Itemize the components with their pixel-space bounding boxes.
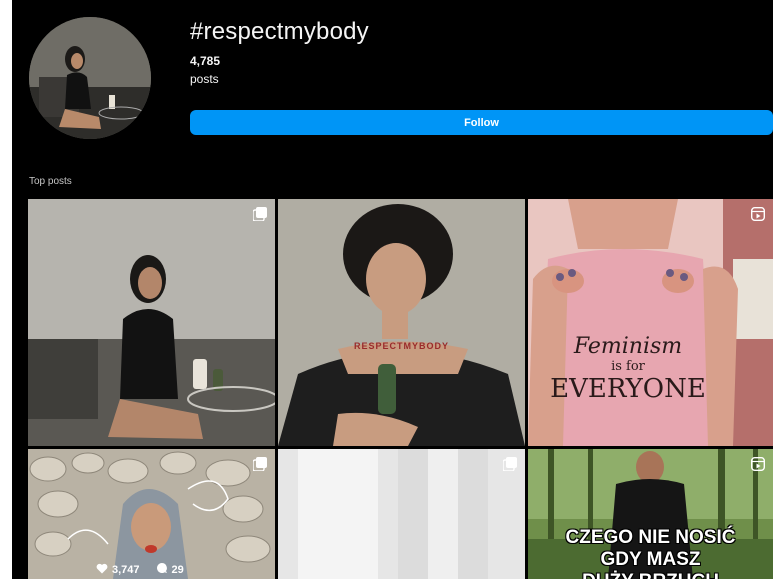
shirt-line-1: Feminism <box>573 334 683 359</box>
hashtag-avatar <box>29 17 151 139</box>
reel-icon <box>750 206 766 222</box>
body-text: RESPECTMYBODY <box>354 341 450 351</box>
comments-count: 29 <box>171 563 184 576</box>
post-image <box>528 199 773 446</box>
carousel-icon <box>252 207 267 222</box>
shirt-text: Feminism is for EVERYONE <box>548 334 708 404</box>
hashtag-page: #respectmybody 4,785 posts Follow Top po… <box>0 0 773 579</box>
caption-line-2: GDY MASZ <box>600 549 701 570</box>
hashtag-header: #respectmybody 4,785 posts Follow <box>12 0 773 175</box>
section-title: Top posts <box>29 176 72 187</box>
post-image <box>28 449 275 579</box>
post-tile-4[interactable]: 3,747 29 <box>28 449 275 579</box>
hashtag-title: #respectmybody <box>190 18 369 45</box>
avatar-image <box>29 17 151 139</box>
comment-icon <box>156 562 168 577</box>
left-margin <box>0 0 12 579</box>
likes-stat: 3,747 <box>96 562 140 577</box>
post-image <box>278 449 525 579</box>
reel-caption: CZEGO NIE NOSIĆ GDY MASZ DUŻY BRZUCH <box>528 527 773 579</box>
post-image <box>278 199 525 446</box>
heart-icon <box>96 563 108 577</box>
post-image <box>28 199 275 446</box>
post-tile-5[interactable] <box>278 449 525 579</box>
post-tile-2[interactable]: RESPECTMYBODY <box>278 199 525 446</box>
carousel-icon <box>502 457 517 472</box>
caption-line-1: CZEGO NIE NOSIĆ <box>565 527 736 548</box>
comments-stat: 29 <box>156 562 184 577</box>
post-tile-1[interactable] <box>28 199 275 446</box>
caption-line-3: DUŻY BRZUCH <box>528 571 773 579</box>
follow-button[interactable]: Follow <box>190 110 773 135</box>
post-count: 4,785 <box>190 54 221 68</box>
shirt-line-2: is for <box>611 359 645 374</box>
post-count-label: posts <box>190 72 219 86</box>
reel-icon <box>750 456 766 472</box>
top-posts-grid: RESPECTMYBODY Feminism is for EVERYONE 3… <box>28 199 773 579</box>
shirt-line-3: EVERYONE <box>550 374 706 404</box>
post-tile-3[interactable]: Feminism is for EVERYONE <box>528 199 773 446</box>
post-tile-6[interactable]: CZEGO NIE NOSIĆ GDY MASZ DUŻY BRZUCH <box>528 449 773 579</box>
likes-count: 3,747 <box>112 563 140 576</box>
carousel-icon <box>252 457 267 472</box>
post-stats: 3,747 29 <box>96 562 184 577</box>
